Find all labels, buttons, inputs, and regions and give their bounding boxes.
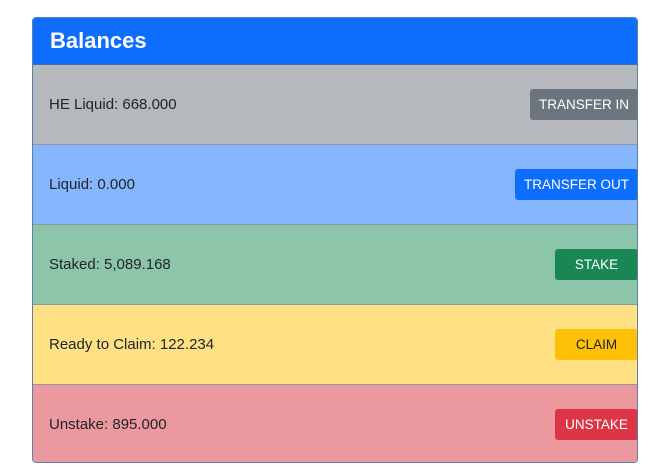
card-header: Balances bbox=[33, 18, 637, 65]
liquid-row: Liquid: 0.000 TRANSFER OUT bbox=[33, 145, 637, 225]
staked-row: Staked: 5,089.168 STAKE bbox=[33, 225, 637, 305]
staked-balance: Staked: 5,089.168 bbox=[49, 256, 171, 273]
unstake-row: Unstake: 895.000 UNSTAKE bbox=[33, 385, 637, 462]
card-title: Balances bbox=[50, 28, 147, 53]
transfer-in-button[interactable]: TRANSFER IN bbox=[529, 89, 637, 120]
transfer-out-button[interactable]: TRANSFER OUT bbox=[514, 169, 637, 200]
ready-to-claim-balance: Ready to Claim: 122.234 bbox=[49, 336, 215, 353]
claim-row: Ready to Claim: 122.234 CLAIM bbox=[33, 305, 637, 385]
he-liquid-row: HE Liquid: 668.000 TRANSFER IN bbox=[33, 65, 637, 145]
claim-button[interactable]: CLAIM bbox=[555, 329, 637, 360]
unstake-balance: Unstake: 895.000 bbox=[49, 416, 167, 433]
liquid-balance: Liquid: 0.000 bbox=[49, 176, 135, 193]
balances-card: Balances HE Liquid: 668.000 TRANSFER IN … bbox=[32, 17, 638, 463]
stake-button[interactable]: STAKE bbox=[555, 249, 637, 280]
unstake-button[interactable]: UNSTAKE bbox=[555, 409, 637, 440]
he-liquid-balance: HE Liquid: 668.000 bbox=[49, 96, 177, 113]
